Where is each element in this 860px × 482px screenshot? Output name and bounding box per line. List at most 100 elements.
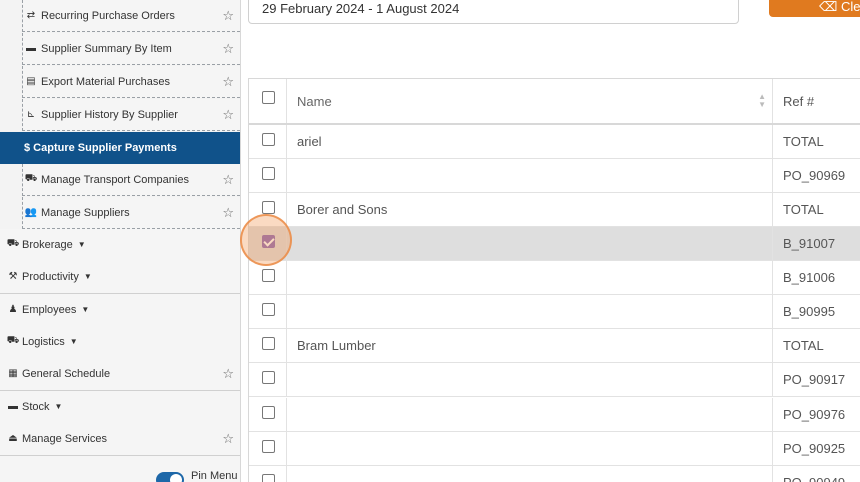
file-export-icon: ▤ xyxy=(26,76,36,87)
sidebar-item-supplier-history-by-supplier[interactable]: ⊾ Supplier History By Supplier ☆ xyxy=(22,99,240,131)
star-icon[interactable]: ☆ xyxy=(222,172,234,188)
row-select-cell xyxy=(249,329,287,362)
ruler-icon: ▬ xyxy=(8,401,18,413)
ref-cell: PO_90925 xyxy=(783,441,846,456)
sidebar-item-capture-supplier-payments[interactable]: $ Capture Supplier Payments xyxy=(0,132,240,164)
sidebar-item-general-schedule[interactable]: ▦ General Schedule ☆ xyxy=(0,358,240,391)
date-range-input[interactable]: 29 February 2024 - 1 August 2024 xyxy=(248,0,739,24)
table-row[interactable]: PO_90976 xyxy=(249,398,860,432)
sidebar-item-manage-suppliers[interactable]: 👥 Manage Suppliers ☆ xyxy=(22,197,240,229)
row-select-cell xyxy=(249,125,287,158)
ref-cell: B_91006 xyxy=(783,270,836,285)
row-select-cell xyxy=(249,398,287,431)
sidebar-item-label: Brokerage xyxy=(22,238,73,251)
table-row[interactable]: PO_90925 xyxy=(249,432,860,466)
sidebar: ⇄ Recurring Purchase Orders ☆ ▬ Supplier… xyxy=(0,0,241,482)
row-checkbox[interactable] xyxy=(262,303,275,316)
row-select-cell xyxy=(249,432,287,465)
sidebar-item-manage-services[interactable]: ⏏ Manage Services ☆ xyxy=(0,423,240,456)
ref-cell: TOTAL xyxy=(783,202,824,217)
clear-button[interactable]: ⌫ Clea xyxy=(769,0,860,17)
repeat-icon: ⇄ xyxy=(26,10,36,21)
star-icon[interactable]: ☆ xyxy=(222,205,234,221)
hammer-icon: ⚒ xyxy=(8,271,18,283)
sidebar-item-label: Manage Suppliers xyxy=(41,206,130,219)
select-all-checkbox[interactable] xyxy=(262,91,275,104)
sidebar-item-label: Supplier History By Supplier xyxy=(41,108,178,121)
ruler-icon: ▬ xyxy=(26,43,36,54)
row-checkbox[interactable] xyxy=(262,406,275,419)
sidebar-item-stock[interactable]: ▬ Stock ▼ xyxy=(0,391,240,424)
name-cell: ariel xyxy=(287,125,773,158)
star-icon[interactable]: ☆ xyxy=(222,107,234,123)
sidebar-item-label: Export Material Purchases xyxy=(41,75,170,88)
sidebar-item-employees[interactable]: ♟ Employees ▼ xyxy=(0,294,240,327)
name-header[interactable]: Name ▲ ▼ xyxy=(287,79,773,123)
chart-icon: ⊾ xyxy=(26,109,36,120)
select-all-cell xyxy=(249,79,287,123)
ref-header[interactable]: Ref # xyxy=(773,79,860,123)
toggle-knob xyxy=(170,474,182,482)
table-row[interactable]: PO_90917 xyxy=(249,363,860,397)
row-checkbox[interactable] xyxy=(262,440,275,453)
ref-cell: PO_90917 xyxy=(783,372,846,387)
pin-menu-row: Pin Menu xyxy=(0,456,240,482)
star-icon[interactable]: ☆ xyxy=(222,366,234,382)
caret-down-icon: ▼ xyxy=(83,272,92,282)
sidebar-item-label: Employees xyxy=(22,303,77,316)
sidebar-item-label: Productivity xyxy=(22,270,79,283)
sidebar-item-recurring-purchase-orders[interactable]: ⇄ Recurring Purchase Orders ☆ xyxy=(22,0,240,32)
pin-menu-toggle[interactable] xyxy=(156,472,184,482)
star-icon[interactable]: ☆ xyxy=(222,41,234,57)
users-icon: 👥 xyxy=(24,207,38,218)
sidebar-item-brokerage[interactable]: ⛟ Brokerage ▼ xyxy=(0,229,240,262)
caret-down-icon: ▼ xyxy=(81,305,90,315)
name-cell xyxy=(287,295,773,328)
name-cell xyxy=(287,466,773,482)
eject-icon: ⏏ xyxy=(8,433,18,445)
sidebar-item-export-material-purchases[interactable]: ▤ Export Material Purchases ☆ xyxy=(22,66,240,98)
row-select-cell xyxy=(249,295,287,328)
sidebar-item-label: Manage Transport Companies xyxy=(41,173,189,186)
person-icon: ♟ xyxy=(8,304,18,316)
truck-icon: ⛟ xyxy=(6,335,20,347)
caret-down-icon: ▼ xyxy=(77,240,86,250)
name-header-label: Name xyxy=(297,93,332,109)
table-row[interactable]: ariel TOTAL xyxy=(249,125,860,159)
row-checkbox[interactable] xyxy=(262,337,275,350)
sidebar-item-logistics[interactable]: ⛟ Logistics ▼ xyxy=(0,326,240,359)
payments-table: Name ▲ ▼ Ref # ariel TOTAL PO_90969 Borer an… xyxy=(248,78,860,482)
row-checkbox[interactable] xyxy=(262,167,275,180)
sidebar-item-supplier-summary-by-item[interactable]: ▬ Supplier Summary By Item ☆ xyxy=(22,33,240,65)
row-select-cell xyxy=(249,466,287,482)
table-row[interactable]: B_91007 xyxy=(249,227,860,261)
ref-cell: TOTAL xyxy=(783,338,824,353)
star-icon[interactable]: ☆ xyxy=(222,8,234,24)
sidebar-item-label: Stock xyxy=(22,400,50,413)
click-indicator xyxy=(240,214,292,266)
table-row[interactable]: B_91006 xyxy=(249,261,860,295)
row-checkbox[interactable] xyxy=(262,474,275,482)
ref-cell: B_90995 xyxy=(783,304,836,319)
row-select-cell xyxy=(249,261,287,294)
calendar-icon: ▦ xyxy=(8,368,18,380)
table-row[interactable]: B_90995 xyxy=(249,295,860,329)
name-cell xyxy=(287,363,773,396)
sidebar-item-manage-transport-companies[interactable]: ⛟ Manage Transport Companies ☆ xyxy=(22,164,240,196)
sidebar-item-label: Logistics xyxy=(22,335,65,348)
caret-down-icon: ▼ xyxy=(54,402,63,412)
row-checkbox[interactable] xyxy=(262,133,275,146)
ref-cell: PO_90969 xyxy=(783,168,846,183)
sidebar-item-label: Supplier Summary By Item xyxy=(41,42,172,55)
clear-button-label: Clea xyxy=(841,0,860,14)
row-checkbox[interactable] xyxy=(262,371,275,384)
row-checkbox[interactable] xyxy=(262,269,275,282)
table-row[interactable]: Borer and Sons TOTAL xyxy=(249,193,860,227)
sidebar-item-productivity[interactable]: ⚒ Productivity ▼ xyxy=(0,261,240,294)
row-checkbox[interactable] xyxy=(262,201,275,214)
table-row[interactable]: Bram Lumber TOTAL xyxy=(249,329,860,363)
table-row[interactable]: PO_90949 xyxy=(249,466,860,482)
star-icon[interactable]: ☆ xyxy=(222,74,234,90)
star-icon[interactable]: ☆ xyxy=(222,431,234,447)
table-row[interactable]: PO_90969 xyxy=(249,159,860,193)
